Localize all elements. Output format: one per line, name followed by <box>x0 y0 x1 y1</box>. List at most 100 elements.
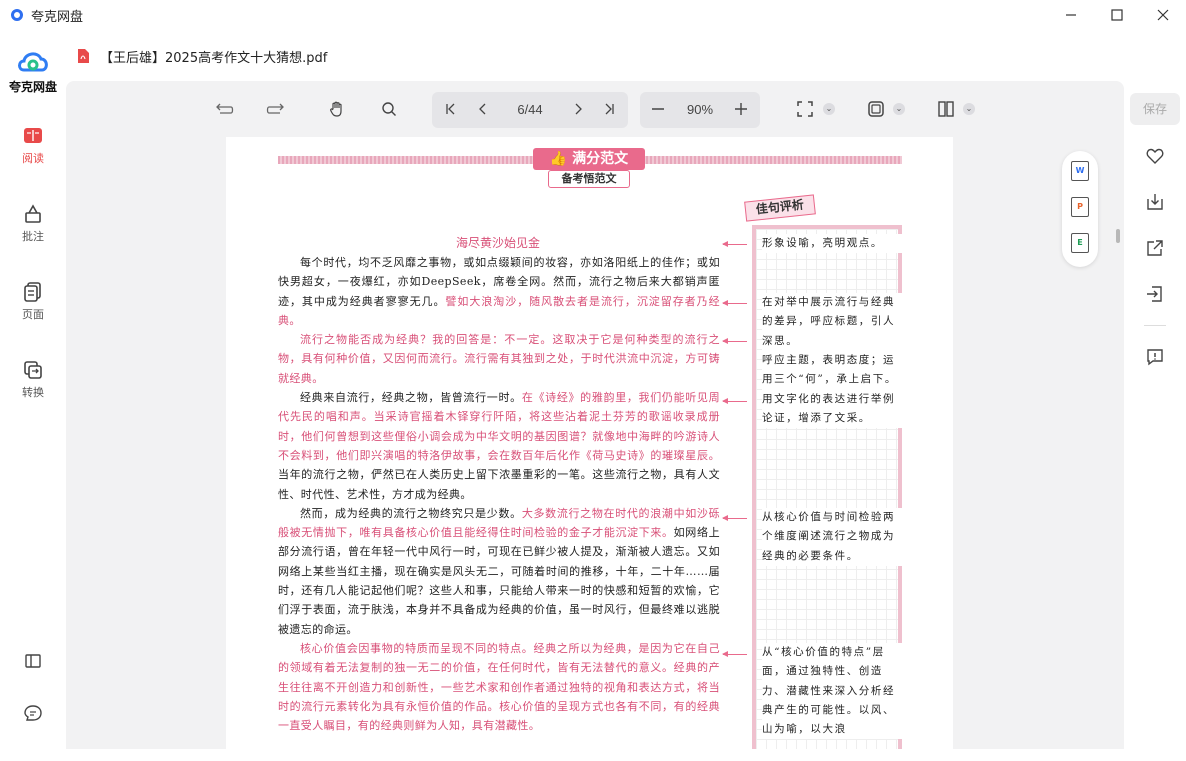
read-icon <box>24 128 42 143</box>
pdf-viewer: 6/44 90% ⌄ ⌄ ⌄ 👍 满分范文 备考悟范文 海尽黄沙始见金 每个时代… <box>66 81 1124 749</box>
paragraph: 核心价值会因事物的特质而呈现不同的特点。经典之所以为经典，是因为它在自己的领域有… <box>278 639 720 735</box>
chevron-down-icon[interactable]: ⌄ <box>963 103 975 115</box>
paragraph: 每个时代，均不乏风靡之事物，或如点缀颖间的妆容，亦如洛阳纸上的佳作；或如快男超女… <box>278 253 720 330</box>
essay-title: 海尽黄沙始见金 <box>455 236 540 250</box>
zoom-in-button[interactable] <box>730 98 752 120</box>
app-window: 夸克网盘 夸克网盘 阅读 批注 页面 转换 【王后雄】2025高考作文十大猜想.… <box>0 0 1186 761</box>
remark-note: 形象设喻，亮明观点。 <box>762 234 902 254</box>
save-button[interactable]: 保存 <box>1130 93 1180 125</box>
arrow-connector <box>722 398 747 404</box>
brand: 夸克网盘 <box>8 48 58 95</box>
cloud-logo-icon <box>16 48 50 76</box>
title-bar: 夸克网盘 <box>0 0 1186 30</box>
essay-body: 每个时代，均不乏风靡之事物，或如点缀颖间的妆容，亦如洛阳纸上的佳作；或如快男超女… <box>278 253 720 735</box>
thumbs-up-icon: 👍 <box>549 151 568 167</box>
file-name: 【王后雄】2025高考作文十大猜想.pdf <box>100 50 328 66</box>
text-span: 如网络上部分流行语，曾在年轻一代中风行一时，可现在已鲜少被人提及，渐渐被人遗忘。… <box>278 526 720 636</box>
maximize-button[interactable] <box>1094 0 1140 30</box>
fit-page-button[interactable] <box>794 98 816 120</box>
minus-icon <box>652 108 664 110</box>
section-badge: 👍 满分范文 <box>533 148 645 170</box>
sidebar-toggle-icon[interactable] <box>22 650 44 672</box>
remark-note: 从“核心价值的特点”层面，通过独特性、创造力、潜藏性来深入分析经典产生的可能性。… <box>762 643 902 740</box>
convert-panel: W P E <box>1062 151 1098 267</box>
zoom-out-button[interactable] <box>647 98 669 120</box>
remark-note: 从核心价值与时间检验两个维度阐述流行之物成为经典的必要条件。 <box>762 508 902 566</box>
two-page-icon <box>938 101 954 117</box>
arrow-connector <box>722 515 747 521</box>
fullscreen-icon <box>868 101 884 117</box>
first-page-button[interactable] <box>440 98 462 120</box>
to-ppt-icon[interactable]: P <box>1071 197 1089 217</box>
convert-icon <box>24 361 42 379</box>
scrollbar-thumb[interactable] <box>1116 229 1120 243</box>
sidebar-item-annotate[interactable]: 批注 <box>0 203 66 244</box>
chevron-down-icon[interactable]: ⌄ <box>823 103 835 115</box>
page-layout-button[interactable] <box>935 98 957 120</box>
last-page-icon <box>605 103 614 115</box>
undo-icon <box>216 103 234 114</box>
page-indicator[interactable]: 6/44 <box>496 92 564 128</box>
arrow-connector <box>722 338 747 344</box>
to-excel-icon[interactable]: E <box>1071 233 1089 253</box>
next-page-button[interactable] <box>567 98 589 120</box>
app-logo-icon <box>11 9 23 21</box>
last-page-button[interactable] <box>598 98 620 120</box>
text-span: 然而，成为经典的流行之物终究只是少数。 <box>300 506 522 520</box>
favorite-icon[interactable] <box>1146 147 1164 165</box>
sidebar-item-label: 批注 <box>22 230 44 243</box>
window-controls <box>1048 0 1186 30</box>
search-icon <box>382 102 396 116</box>
download-icon[interactable] <box>1146 193 1164 211</box>
chevron-down-icon[interactable]: ⌄ <box>893 103 905 115</box>
sidebar-item-label: 转换 <box>22 386 44 399</box>
paragraph: 经典来自流行，经典之物，皆曾流行一时。在《诗经》的雅韵里，我们仍能听见周代先民的… <box>278 388 720 504</box>
sidebar-item-read[interactable]: 阅读 <box>0 125 66 166</box>
window-title: 夸克网盘 <box>31 9 84 25</box>
close-button[interactable] <box>1140 0 1186 30</box>
arrow-connector <box>722 300 747 306</box>
open-external-icon[interactable] <box>1146 285 1164 303</box>
text-span: 经典来自流行，经典之物，皆曾流行一时。 <box>300 391 522 405</box>
text-span: 当年的流行之物，俨然已在人类历史上留下浓墨重彩的一笔。这些流行之物，具有人文性、… <box>278 468 720 501</box>
highlight-span: 流行之物能否成为经典？我的回答是：不一定。这取决于它是何种类型的流行之物，具有何… <box>278 333 720 385</box>
to-word-icon[interactable]: W <box>1071 161 1089 181</box>
hand-icon <box>330 101 342 117</box>
first-page-icon <box>446 103 455 115</box>
chevron-right-icon <box>575 103 582 115</box>
paragraph: 然而，成为经典的流行之物终究只是少数。大多数流行之物在时代的浪潮中如沙砾般被无情… <box>278 504 720 639</box>
sidebar-item-label: 阅读 <box>22 152 44 165</box>
maximize-icon <box>1111 9 1123 21</box>
remark-note: 呼应主题，表明态度；运用三个“何”，承上启下。用文字化的表达进行举例论证，增添了… <box>762 351 902 429</box>
arrow-connector <box>722 241 747 247</box>
brand-name: 夸克网盘 <box>8 80 57 94</box>
annotate-icon <box>25 204 41 223</box>
file-tab[interactable]: 【王后雄】2025高考作文十大猜想.pdf <box>76 44 327 68</box>
arrow-connector <box>722 651 747 657</box>
sidebar-item-pages[interactable]: 页面 <box>0 281 66 322</box>
section-subbadge: 备考悟范文 <box>548 170 630 188</box>
close-icon <box>1157 9 1169 21</box>
share-icon[interactable] <box>1146 239 1164 257</box>
pdf-icon <box>78 49 89 63</box>
fit-page-icon <box>797 101 813 117</box>
fullscreen-button[interactable] <box>865 98 887 120</box>
sidebar-item-convert[interactable]: 转换 <box>0 359 66 400</box>
redo-icon <box>266 103 284 114</box>
report-icon[interactable] <box>1146 348 1164 366</box>
plus-icon <box>735 103 747 115</box>
prev-page-button[interactable] <box>472 98 494 120</box>
minimize-button[interactable] <box>1048 0 1094 30</box>
redo-button[interactable] <box>265 98 287 120</box>
chevron-left-icon <box>479 103 486 115</box>
zoom-level[interactable]: 90% <box>678 92 722 128</box>
hand-tool-button[interactable] <box>326 98 348 120</box>
feedback-icon[interactable] <box>22 702 44 724</box>
paragraph: 流行之物能否成为经典？我的回答是：不一定。这取决于它是何种类型的流行之物，具有何… <box>278 330 720 388</box>
sidebar-item-label: 页面 <box>22 308 44 321</box>
search-button[interactable] <box>378 98 400 120</box>
undo-button[interactable] <box>213 98 235 120</box>
viewer-toolbar: 6/44 90% ⌄ ⌄ ⌄ <box>66 81 1124 137</box>
divider <box>1144 325 1166 326</box>
remark-note: 在对举中展示流行与经典的差异，呼应标题，引人深思。 <box>762 293 902 351</box>
